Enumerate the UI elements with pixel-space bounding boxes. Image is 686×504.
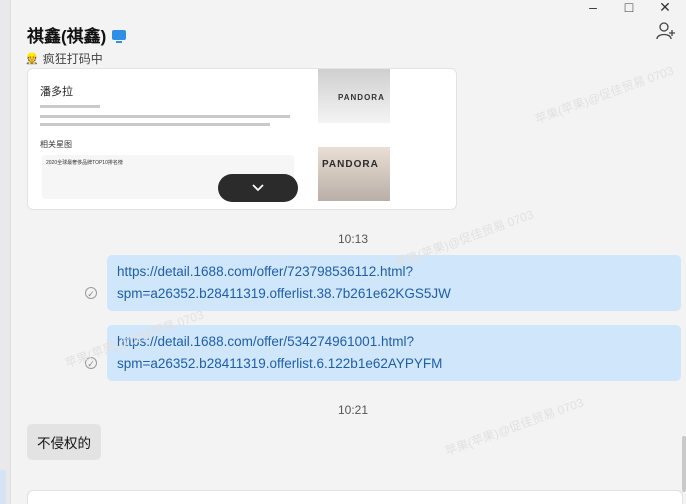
link-message[interactable]: https://detail.1688.com/offer/5342749610… — [107, 325, 681, 381]
selected-conversation-indicator — [0, 470, 6, 504]
screenshot-preview: 潘多拉 相关星图 2020全球最奢侈品牌TOP10排名榜 PANDORA PAN… — [38, 69, 390, 201]
chat-panel: – □ ✕ 祺鑫(祺鑫) 👷 疯狂打码中 潘多拉 相关星图 2020全球最奢侈品… — [11, 0, 686, 504]
brand-image-top: PANDORA — [318, 69, 390, 123]
preview-card-title: 2020全球最奢侈品牌TOP10排名榜 — [46, 160, 123, 166]
chat-window: – □ ✕ 祺鑫(祺鑫) 👷 疯狂打码中 潘多拉 相关星图 2020全球最奢侈品… — [0, 0, 686, 504]
link-line[interactable]: https://detail.1688.com/offer/5342749610… — [117, 331, 671, 353]
preview-subheading: 相关星图 — [40, 140, 72, 149]
link-line[interactable]: spm=a26352.b28411319.offerlist.6.122b1e6… — [117, 353, 671, 375]
link-message[interactable]: https://detail.1688.com/offer/7237985361… — [107, 255, 681, 311]
conversation-list-strip[interactable] — [0, 0, 11, 504]
link-line[interactable]: spm=a26352.b28411319.offerlist.38.7b261e… — [117, 283, 671, 305]
expand-button[interactable] — [218, 174, 298, 202]
brand-text-bottom: PANDORA — [322, 159, 379, 170]
message-input[interactable] — [27, 490, 683, 504]
contact-name: 祺鑫(祺鑫) — [27, 27, 107, 46]
user-status-icon: 👷 — [25, 53, 39, 65]
close-icon[interactable]: ✕ — [658, 0, 672, 14]
incoming-message[interactable]: 不侵权的 — [27, 424, 101, 460]
text-line — [40, 115, 290, 118]
maximize-icon[interactable]: □ — [622, 0, 636, 14]
image-message[interactable]: 潘多拉 相关星图 2020全球最奢侈品牌TOP10排名榜 PANDORA PAN… — [27, 68, 457, 210]
contact-status: 👷 疯狂打码中 — [25, 50, 103, 67]
brand-text-top: PANDORA — [338, 93, 385, 102]
timestamp: 10:13 — [338, 232, 369, 246]
watermark: 苹果(苹果)@促佳贸易 0703 — [443, 395, 586, 459]
timestamp: 10:21 — [338, 403, 369, 417]
text-line — [40, 123, 270, 126]
read-receipt-icon: ✓ — [85, 287, 97, 299]
chevron-down-icon — [252, 184, 264, 192]
read-receipt-icon: ✓ — [85, 357, 97, 369]
minimize-icon[interactable]: – — [586, 0, 600, 14]
watermark: 苹果(苹果)@促佳贸易 0703 — [533, 63, 676, 127]
text-line — [40, 105, 100, 108]
link-line[interactable]: https://detail.1688.com/offer/7237985361… — [117, 261, 671, 283]
add-contact-icon[interactable] — [656, 22, 676, 45]
preview-heading: 潘多拉 — [40, 86, 73, 98]
contact-title: 祺鑫(祺鑫) — [27, 22, 127, 47]
window-controls: – □ ✕ — [586, 0, 672, 14]
monitor-icon — [112, 29, 127, 43]
status-text: 疯狂打码中 — [42, 52, 103, 66]
scrollbar[interactable] — [682, 436, 686, 492]
brand-image-bottom: PANDORA — [318, 147, 390, 201]
